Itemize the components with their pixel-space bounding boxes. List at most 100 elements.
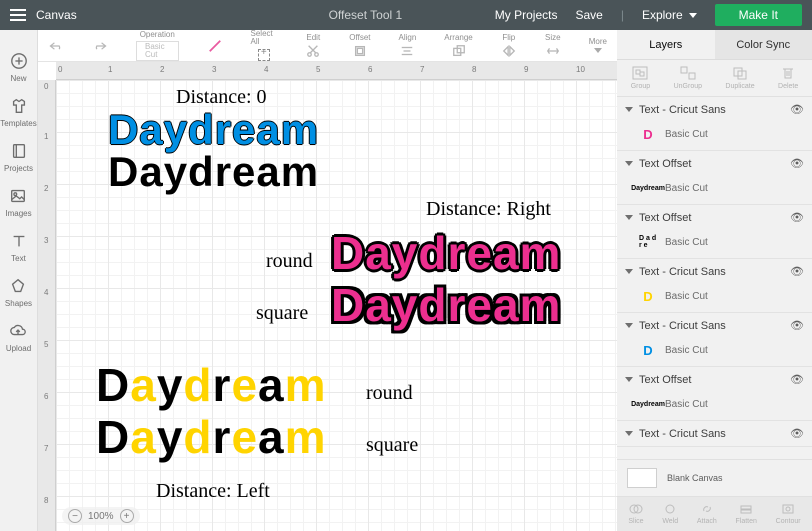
ruler-tick: 3 [212,65,216,74]
make-it-button[interactable]: Make It [715,4,802,26]
templates-label: Templates [0,119,36,128]
menu-icon[interactable] [10,9,26,21]
eye-icon[interactable]: 👁 [790,319,804,332]
upload-button[interactable]: Upload [6,322,31,353]
text-daydream-yellow-square[interactable]: Daydream [96,410,327,464]
collapse-icon[interactable] [625,161,633,166]
eye-icon[interactable]: 👁 [790,427,804,440]
arrange-button[interactable]: Arrange [444,34,472,58]
project-title: Offeset Tool 1 [236,8,495,22]
canvas[interactable]: Distance: 0 Daydream Daydream Distance: … [56,80,617,531]
cloud-upload-icon [9,322,27,340]
shapes-label: Shapes [5,299,32,308]
text-button[interactable]: Text [10,232,28,263]
layer-item[interactable]: Text Offset👁 DaydreamBasic Cut [617,367,812,421]
flatten-button[interactable]: Flatten [736,503,757,525]
eye-icon[interactable]: 👁 [790,157,804,170]
label-round-2: round [366,382,413,405]
operation-value: Basic Cut [136,41,179,61]
ruler-tick: 5 [316,65,320,74]
layer-title: Text - Cricut Sans [639,104,726,116]
layer-item[interactable]: Text Offset👁 D a d r eBasic Cut [617,205,812,259]
ruler-tick: 7 [420,65,424,74]
layer-item[interactable]: Text Offset👁 DaydreamBasic Cut [617,151,812,205]
more-button[interactable]: More [589,38,607,53]
my-projects-link[interactable]: My Projects [495,8,558,22]
group-button[interactable]: Group [631,66,650,90]
zoom-out-button[interactable]: − [68,509,82,523]
zoom-value: 100% [88,511,114,522]
panel-tabs: Layers Color Sync [617,30,812,60]
book-icon [10,142,28,160]
eye-icon[interactable]: 👁 [790,265,804,278]
ruler-tick: 8 [44,496,48,505]
eye-icon[interactable]: 👁 [790,211,804,224]
ruler-vertical: 0 1 2 3 4 5 6 7 8 [38,80,56,531]
layer-item[interactable]: Text - Cricut Sans👁 DBasic Cut [617,259,812,313]
tab-layers[interactable]: Layers [617,30,715,59]
collapse-icon[interactable] [625,215,633,220]
label-square: square [256,302,308,325]
redo-button[interactable] [92,39,108,53]
layers-list: Text - Cricut Sans👁 DBasic Cut Text Offs… [617,97,812,459]
templates-button[interactable]: Templates [0,97,36,128]
delete-button[interactable]: Delete [778,66,798,90]
text-daydream-pink-round[interactable]: Daydream [331,226,561,280]
layer-item[interactable]: Text - Cricut Sans👁 DBasic Cut [617,97,812,151]
page-label: Canvas [36,8,236,22]
save-link[interactable]: Save [575,8,602,22]
select-all-icon [256,48,272,62]
ruler-tick: 8 [472,65,476,74]
eye-icon[interactable]: 👁 [790,103,804,116]
more-label: More [589,38,607,46]
collapse-icon[interactable] [625,323,633,328]
images-button[interactable]: Images [5,187,31,218]
operation-label: Operation [140,31,175,39]
text-icon [10,232,28,250]
draw-line-button[interactable] [207,39,223,53]
size-label: Size [545,34,561,42]
layer-item[interactable]: Text - Cricut Sans👁 DBasic Cut [617,313,812,367]
flatten-label: Flatten [736,518,757,525]
collapse-icon[interactable] [625,107,633,112]
eye-icon[interactable]: 👁 [790,373,804,386]
flip-button[interactable]: Flip [501,34,517,58]
contour-button[interactable]: Contour [776,503,801,525]
shapes-button[interactable]: Shapes [5,277,32,308]
layer-item[interactable]: Text - Cricut Sans👁 [617,421,812,447]
operation-group[interactable]: Operation Basic Cut [136,31,179,61]
weld-button[interactable]: Weld [662,503,678,525]
projects-button[interactable]: Projects [4,142,33,173]
align-label: Align [399,34,417,42]
blank-canvas-row[interactable]: Blank Canvas [617,459,812,496]
tab-color-sync[interactable]: Color Sync [715,30,812,59]
new-label: New [10,74,26,83]
attach-button[interactable]: Attach [697,503,717,525]
align-button[interactable]: Align [399,34,417,58]
text-daydream-blue[interactable]: Daydream [108,106,319,154]
text-daydream-pink-square[interactable]: Daydream [331,278,561,332]
edit-group[interactable]: Edit [305,34,321,58]
explore-dropdown[interactable]: Explore [642,8,697,22]
size-button[interactable]: Size [545,34,561,58]
duplicate-button[interactable]: Duplicate [725,66,754,90]
ungroup-button[interactable]: UnGroup [674,66,702,90]
collapse-icon[interactable] [625,269,633,274]
offset-button[interactable]: Offset [349,34,370,58]
text-daydream-black[interactable]: Daydream [108,148,319,196]
undo-button[interactable] [48,39,64,53]
layer-title: Text Offset [639,374,691,386]
ruler-tick: 0 [44,82,48,91]
attach-label: Attach [697,518,717,525]
select-all-button[interactable]: Select All [251,30,278,62]
label-distance-left: Distance: Left [156,480,270,503]
new-button[interactable]: New [10,52,28,83]
zoom-in-button[interactable]: + [120,509,134,523]
text-daydream-yellow-round[interactable]: Daydream [96,358,327,412]
offset-icon [352,44,368,58]
weld-label: Weld [662,518,678,525]
collapse-icon[interactable] [625,431,633,436]
layer-op: Basic Cut [665,345,708,356]
collapse-icon[interactable] [625,377,633,382]
slice-button[interactable]: Slice [628,503,643,525]
